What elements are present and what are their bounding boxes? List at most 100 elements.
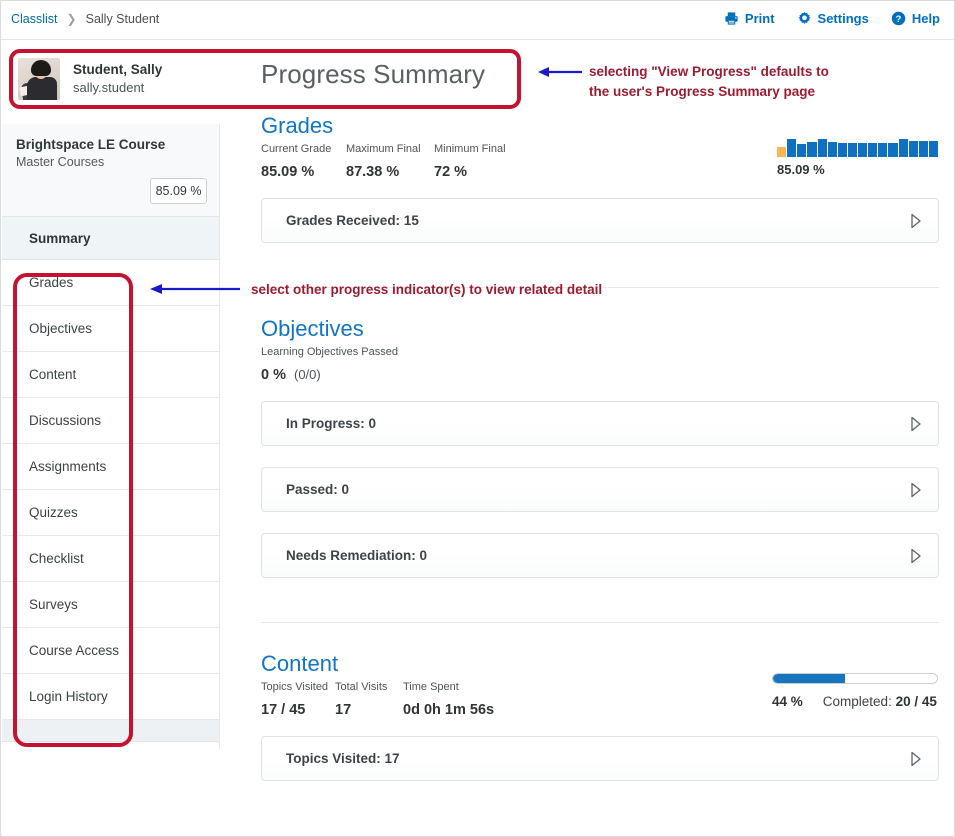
- sidebar-item-discussions[interactable]: Discussions: [2, 398, 219, 444]
- sidebar-item-objectives[interactable]: Objectives: [2, 306, 219, 352]
- sparkline-bar: [858, 143, 868, 157]
- sparkline-value-label: 85.09 %: [777, 162, 825, 177]
- settings-button[interactable]: Settings: [797, 11, 869, 26]
- stat-value: 17: [335, 702, 352, 718]
- stat-label: Current Grade: [261, 143, 332, 155]
- sparkline-bar: [847, 143, 857, 157]
- sidebar-item-course-access[interactable]: Course Access: [2, 628, 219, 674]
- sparkline-bar: [898, 139, 908, 157]
- sparkline-bar: [837, 143, 847, 157]
- breadcrumb-separator-icon: ❯: [66, 12, 77, 26]
- annotation-arrow-sidebar: [150, 284, 240, 294]
- stat-time-spent: Time Spent 0d 0h 1m 56s: [403, 681, 543, 718]
- avatar: [18, 58, 60, 100]
- stat-value: 72 %: [434, 164, 468, 180]
- chevron-right-icon[interactable]: [910, 213, 922, 229]
- panel-grades-received[interactable]: Grades Received: 15: [261, 198, 939, 243]
- top-bar: Classlist ❯ Sally Student Print Settings…: [1, 1, 954, 40]
- stat-label: Time Spent: [403, 681, 459, 693]
- sparkline-bar: [787, 139, 797, 157]
- sparkline-bar: [868, 143, 878, 157]
- chevron-right-icon[interactable]: [910, 482, 922, 498]
- stat-total-visits: Total Visits 17: [335, 681, 403, 718]
- help-label: Help: [911, 11, 940, 26]
- sparkline-bar: [797, 144, 807, 157]
- sidebar-item-assignments[interactable]: Assignments: [2, 444, 219, 490]
- objectives-stat-fraction: (0/0): [294, 367, 321, 382]
- course-grade-badge: 85.09 %: [150, 178, 207, 204]
- sparkline-bar: [908, 141, 918, 157]
- progress-bar-track: [772, 673, 938, 684]
- objectives-stat-value: 0 %: [261, 367, 286, 383]
- chevron-right-icon[interactable]: [910, 751, 922, 767]
- printer-icon: [724, 11, 739, 26]
- stat-value: 17 / 45: [261, 702, 306, 718]
- content-section: Content Topics Visited 17 / 45 Total Vis…: [241, 651, 951, 781]
- stat-value: 87.38 %: [346, 164, 400, 180]
- sidebar-footer-strip: [2, 720, 219, 742]
- student-username: sally.student: [73, 80, 145, 96]
- panel-label: Grades Received: 15: [286, 213, 419, 228]
- sparkline-bar: [918, 141, 928, 157]
- sparkline-bar: [888, 143, 898, 157]
- breadcrumb-current: Sally Student: [85, 12, 160, 26]
- page-title: Progress Summary: [261, 59, 486, 89]
- sidebar-item-summary[interactable]: Summary: [2, 217, 219, 260]
- panel-in-progress[interactable]: In Progress: 0: [261, 401, 939, 446]
- help-circle-icon: ?: [891, 11, 906, 26]
- settings-label: Settings: [817, 11, 869, 26]
- progress-percent: 44 %: [772, 694, 803, 709]
- course-subtitle: Master Courses: [16, 155, 105, 169]
- panel-needs-remediation[interactable]: Needs Remediation: 0: [261, 533, 939, 578]
- sidebar-item-checklist[interactable]: Checklist: [2, 536, 219, 582]
- course-summary-card: Brightspace LE Course Master Courses 85.…: [2, 124, 219, 217]
- print-button[interactable]: Print: [724, 11, 775, 26]
- annotation-text-sidebar: select other progress indicator(s) to vi…: [251, 282, 603, 297]
- chevron-right-icon[interactable]: [910, 416, 922, 432]
- sparkline-bar: [878, 143, 888, 157]
- objectives-title: Objectives: [261, 316, 364, 341]
- stat-label: Maximum Final: [346, 143, 421, 155]
- sparkline-bar: [777, 147, 787, 157]
- sparkline-bar: [928, 141, 938, 157]
- stat-label: Topics Visited: [261, 681, 329, 693]
- stat-topics-visited: Topics Visited 17 / 45: [261, 681, 335, 718]
- panel-label: In Progress: 0: [286, 416, 377, 431]
- main-content: Grades Current Grade 85.09 % Maximum Fin…: [241, 113, 951, 781]
- gear-icon: [797, 11, 812, 26]
- objectives-stat-label: Learning Objectives Passed: [261, 346, 398, 358]
- panel-label: Needs Remediation: 0: [286, 548, 428, 563]
- stat-value: 85.09 %: [261, 164, 315, 180]
- help-button[interactable]: ? Help: [891, 11, 940, 26]
- breadcrumb-link-classlist[interactable]: Classlist: [11, 12, 58, 26]
- objectives-stats: Learning Objectives Passed 0 % (0/0): [261, 346, 951, 383]
- grades-sparkline-chart: 85.09 %: [777, 139, 938, 177]
- stat-label: Minimum Final: [434, 143, 506, 155]
- stat-label: Total Visits: [335, 681, 388, 693]
- print-label: Print: [744, 11, 775, 26]
- sidebar-item-login-history[interactable]: Login History: [2, 674, 219, 720]
- grades-title: Grades: [261, 113, 334, 138]
- panel-passed[interactable]: Passed: 0: [261, 467, 939, 512]
- stat-value: 0d 0h 1m 56s: [403, 702, 495, 718]
- sparkline-bar: [817, 139, 827, 157]
- sidebar-item-content[interactable]: Content: [2, 352, 219, 398]
- chevron-right-icon[interactable]: [910, 548, 922, 564]
- progress-completed-value: 20 / 45: [895, 694, 937, 709]
- sidebar: Brightspace LE Course Master Courses 85.…: [2, 124, 220, 749]
- student-identity: Student, Sally sally.student: [73, 61, 162, 97]
- stat-maximum-final: Maximum Final 87.38 %: [346, 143, 434, 180]
- progress-summary-page: Classlist ❯ Sally Student Print Settings…: [0, 0, 955, 837]
- panel-label: Topics Visited: 17: [286, 751, 400, 766]
- sparkline-bar: [827, 142, 837, 157]
- annotation-arrow-top: [538, 67, 582, 77]
- content-progress-indicator: 44 % Completed: 20 / 45: [772, 673, 938, 709]
- panel-topics-visited[interactable]: Topics Visited: 17: [261, 736, 939, 781]
- sidebar-item-surveys[interactable]: Surveys: [2, 582, 219, 628]
- sidebar-item-quizzes[interactable]: Quizzes: [2, 490, 219, 536]
- sparkline-bars: [777, 139, 938, 157]
- panel-label: Passed: 0: [286, 482, 350, 497]
- progress-completed-prefix: Completed:: [822, 694, 896, 709]
- progress-bar-fill: [773, 674, 846, 683]
- stat-current-grade: Current Grade 85.09 %: [261, 143, 346, 180]
